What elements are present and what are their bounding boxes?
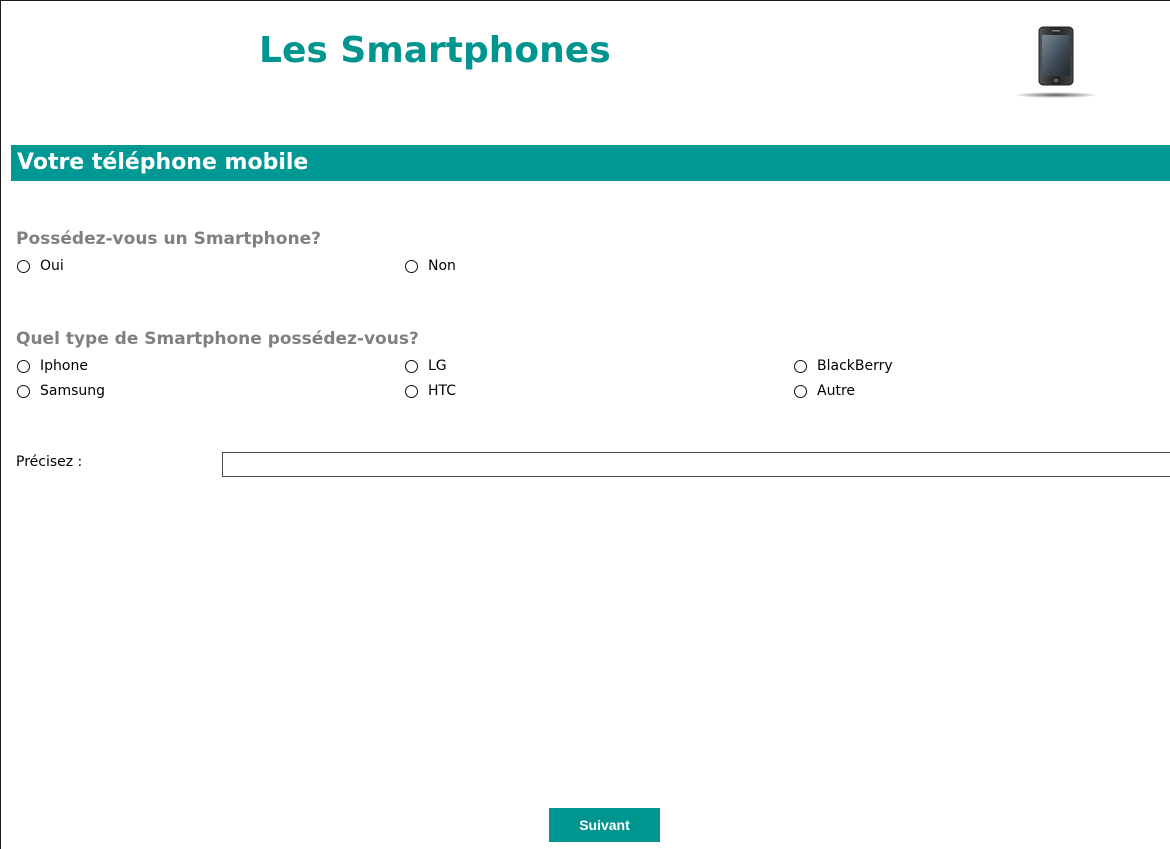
page-frame [0, 0, 1170, 849]
question-smartphone-type: Quel type de Smartphone possédez-vous? [16, 329, 419, 349]
section-header: Votre téléphone mobile [11, 145, 1170, 181]
radio-option-oui[interactable]: Oui [17, 257, 64, 275]
radio-option-htc[interactable]: HTC [405, 382, 456, 400]
radio-button[interactable] [405, 259, 418, 273]
radio-option-lg[interactable]: LG [405, 357, 447, 375]
radio-label: LG [428, 358, 447, 374]
question-has-smartphone: Possédez-vous un Smartphone? [16, 229, 321, 249]
page-title: Les Smartphones [259, 30, 611, 71]
radio-option-blackberry[interactable]: BlackBerry [794, 357, 893, 375]
radio-option-non[interactable]: Non [405, 257, 456, 275]
radio-label: Oui [40, 258, 64, 274]
radio-button[interactable] [794, 359, 807, 373]
radio-label: Non [428, 258, 456, 274]
radio-label: Autre [817, 383, 856, 399]
radio-option-autre[interactable]: Autre [794, 382, 855, 400]
radio-button[interactable] [17, 359, 30, 373]
precisez-input[interactable] [222, 452, 1170, 477]
radio-button[interactable] [794, 384, 807, 398]
radio-option-samsung[interactable]: Samsung [17, 382, 105, 400]
radio-label: Iphone [40, 358, 88, 374]
radio-option-iphone[interactable]: Iphone [17, 357, 88, 375]
radio-label: BlackBerry [817, 358, 893, 374]
radio-button[interactable] [405, 359, 418, 373]
precisez-label: Précisez : [16, 454, 83, 470]
radio-button[interactable] [17, 259, 30, 273]
radio-button[interactable] [17, 384, 30, 398]
radio-label: HTC [428, 383, 457, 399]
smartphone-icon [1012, 26, 1100, 102]
radio-label: Samsung [40, 383, 106, 399]
radio-button[interactable] [405, 384, 418, 398]
next-button[interactable]: Suivant [549, 808, 660, 842]
